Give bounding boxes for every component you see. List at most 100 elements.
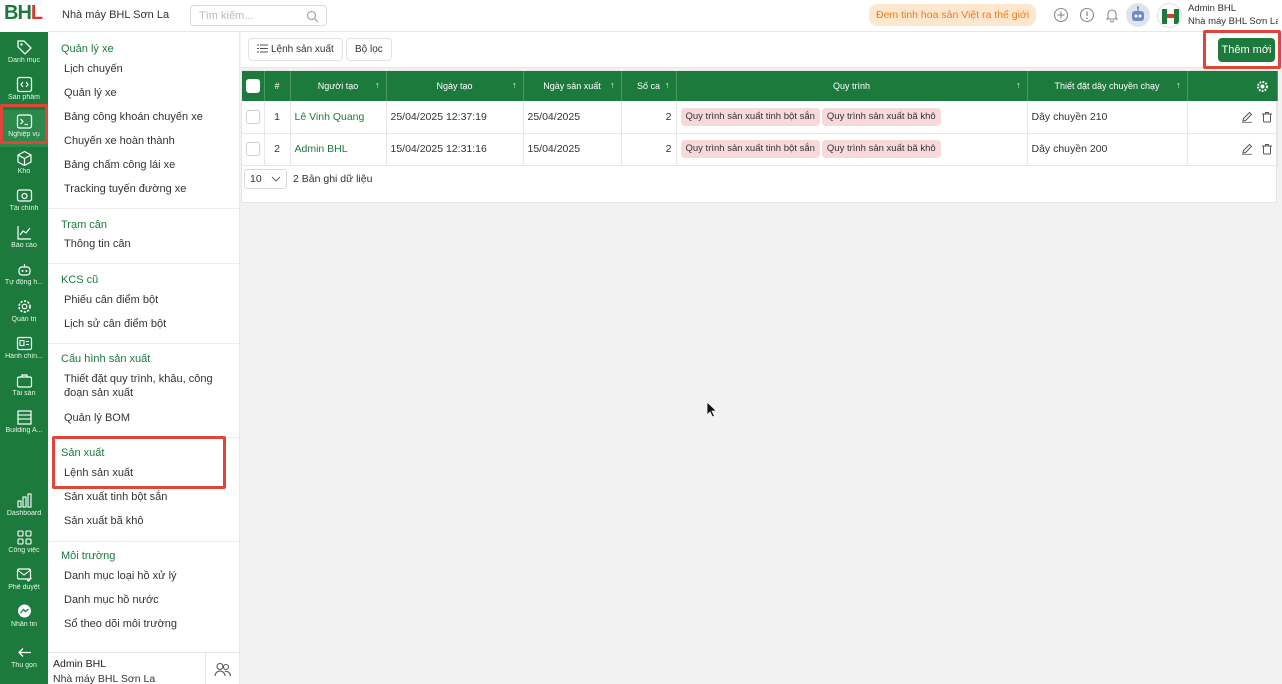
rail-item-phe-duyet[interactable]: Phê duyệt [0,563,48,600]
creator-link[interactable]: Admin BHL [295,143,348,155]
edit-icon[interactable] [1241,143,1253,155]
bar-chart-icon [16,493,32,508]
menu-item-so-theo-doi[interactable]: Sổ theo dõi môi trường [64,617,234,631]
sort-icon[interactable]: ↑ [1016,80,1021,90]
select-all-checkbox[interactable] [245,79,260,93]
terminal-icon [16,114,32,129]
delete-icon[interactable] [1261,143,1273,155]
creator-link[interactable]: Lê Vinh Quang [295,111,365,123]
line-setting: Dây chuyền 210 [1027,101,1188,134]
menu-item-lich-chuyen[interactable]: Lịch chuyến [64,62,234,76]
row-checkbox[interactable] [246,142,260,156]
page-size-select[interactable]: 10 [244,169,287,189]
sort-icon[interactable]: ↑ [512,80,517,90]
col-process[interactable]: Quy trình ↑ [676,71,1028,101]
menu-item-thiet-dat-quy-trinh[interactable]: Thiết đặt quy trình, khâu, công đoạn sản… [64,372,214,400]
menu-section-kcs-cu: KCS cũ [61,274,99,286]
edit-icon[interactable] [1241,111,1253,123]
col-line-setting[interactable]: Thiết đặt dây chuyền chạy ↑ [1027,71,1188,101]
menu-item-quan-ly-xe[interactable]: Quản lý xe [64,86,234,100]
rail-item-tai-san[interactable]: Tài sản [0,369,48,406]
sort-icon[interactable]: ↑ [375,80,380,90]
process-tag: Quy trình sản xuất bã khô [821,140,941,158]
menu-section-san-xuat: Sản xuất [61,447,105,459]
sort-icon[interactable]: ↑ [665,80,670,90]
menu-divider [48,208,239,209]
menu-item-tracking[interactable]: Tracking tuyến đường xe [64,182,234,196]
bell-icon[interactable] [1104,7,1120,23]
sort-icon[interactable]: ↑ [1176,80,1181,90]
menu-item-lenh-san-xuat[interactable]: Lệnh sản xuất [64,466,234,480]
menu-item-bang-cong-khoan[interactable]: Bảng công khoán chuyến xe [64,110,234,124]
menu-divider [48,437,239,438]
user-name[interactable]: Admin BHL [1188,3,1236,14]
menu-item-chuyen-xe-hoan-thanh[interactable]: Chuyến xe hoàn thành [64,134,234,148]
rail-item-building[interactable]: Building A... [0,406,48,443]
tag-icon [16,40,32,55]
ai-assistant-icon[interactable] [1126,3,1150,27]
gear-icon[interactable] [1256,80,1269,93]
rail-item-tu-dong-hoa[interactable]: Tự động h... [0,258,48,295]
created-date: 15/04/2025 12:31:16 [386,133,524,166]
process-tag: Quy trình sản xuất tinh bột sắn [680,140,820,158]
menu-item-tinh-bot-san[interactable]: Sản xuất tinh bột sắn [64,490,234,504]
sort-icon[interactable]: ↑ [610,80,615,90]
menu-item-bang-cham-cong[interactable]: Bảng chấm công lái xe [64,158,234,172]
avatar[interactable] [1157,3,1182,28]
row-checkbox[interactable] [246,109,260,124]
table-row[interactable]: 2 Admin BHL 15/04/2025 12:31:16 15/04/20… [242,133,1278,166]
rail-item-nghiep-vu[interactable]: Nghiệp vụ [0,110,48,147]
rail-item-hanh-chinh[interactable]: Hành chín... [0,332,48,369]
menu-footer: Admin BHL Nhà máy BHL Sơn La [48,652,240,684]
code-icon [16,76,32,93]
rail-item-kho[interactable]: Kho [0,147,48,184]
rail-item-dashboard[interactable]: Dashboard [0,489,48,526]
rail-item-tai-chinh[interactable]: Tài chính [0,184,48,221]
chevron-down-icon [271,176,281,182]
menu-section-moi-truong: Môi trường [61,550,116,562]
menu-divider [48,263,239,264]
info-icon[interactable] [1079,7,1095,23]
col-creator[interactable]: Người tạo ↑ [290,71,387,101]
col-production-date[interactable]: Ngày sản xuất ↑ [523,71,622,101]
building-icon [16,410,32,425]
search-input[interactable] [191,6,296,25]
select-all-header[interactable] [242,71,265,101]
production-order-tab[interactable]: Lệnh sản xuất [248,38,343,61]
grid-icon [16,530,32,545]
messenger-icon [17,604,31,618]
plus-circle-icon[interactable] [1053,7,1069,23]
rail-item-thu-gon[interactable]: Thu gọn [0,641,48,678]
switch-user-icon[interactable] [214,662,231,677]
rail-item-cong-viec[interactable]: Công việc [0,526,48,563]
process-tag: Quy trình sản xuất bã khô [821,107,941,126]
shift-count: 2 [621,101,677,134]
rail-item-danh-muc[interactable]: Danh mục [0,36,48,73]
rail-item-san-pham[interactable]: Sản phẩm [0,73,48,110]
add-new-button[interactable]: Thêm mới [1218,38,1275,62]
menu-item-loai-ho-xu-ly[interactable]: Danh mục loại hồ xử lý [64,569,234,583]
rail-item-nhan-tin[interactable]: Nhắn tin [0,600,48,637]
col-shifts[interactable]: Số ca ↑ [621,71,677,101]
company-logo[interactable]: BHL [0,0,48,32]
rail-item-bao-cao[interactable]: Báo cáo [0,221,48,258]
factory-name[interactable]: Nhà máy BHL Sơn La [62,9,169,21]
menu-item-quan-ly-bom[interactable]: Quản lý BOM [64,411,234,425]
search-box[interactable] [190,5,327,26]
delete-icon[interactable] [1261,111,1273,123]
rail-item-quan-tri[interactable]: Quản trị [0,295,48,332]
user-factory: Nhà máy BHL Sơn La [1188,16,1278,27]
col-settings[interactable] [1187,71,1278,101]
menu-item-ho-nuoc[interactable]: Danh mục hồ nước [64,593,234,607]
filter-button[interactable]: Bộ lọc [346,38,392,61]
search-icon[interactable] [306,10,319,23]
module-rail: Danh mục Sản phẩm Nghiệp vụ Kho Tài chín… [0,32,48,684]
menu-item-lich-su-can[interactable]: Lịch sử cân điểm bột [64,317,234,331]
menu-item-thong-tin-can[interactable]: Thông tin cân [64,237,234,251]
col-created-date[interactable]: Ngày tạo ↑ [386,71,524,101]
mouse-cursor-icon [706,401,718,418]
menu-item-ba-kho[interactable]: Sản xuất bã khô [64,514,234,528]
table-row[interactable]: 1 Lê Vinh Quang 25/04/2025 12:37:19 25/0… [242,101,1278,134]
menu-item-phieu-can[interactable]: Phiếu cân điểm bột [64,293,234,307]
created-date: 25/04/2025 12:37:19 [386,101,524,134]
